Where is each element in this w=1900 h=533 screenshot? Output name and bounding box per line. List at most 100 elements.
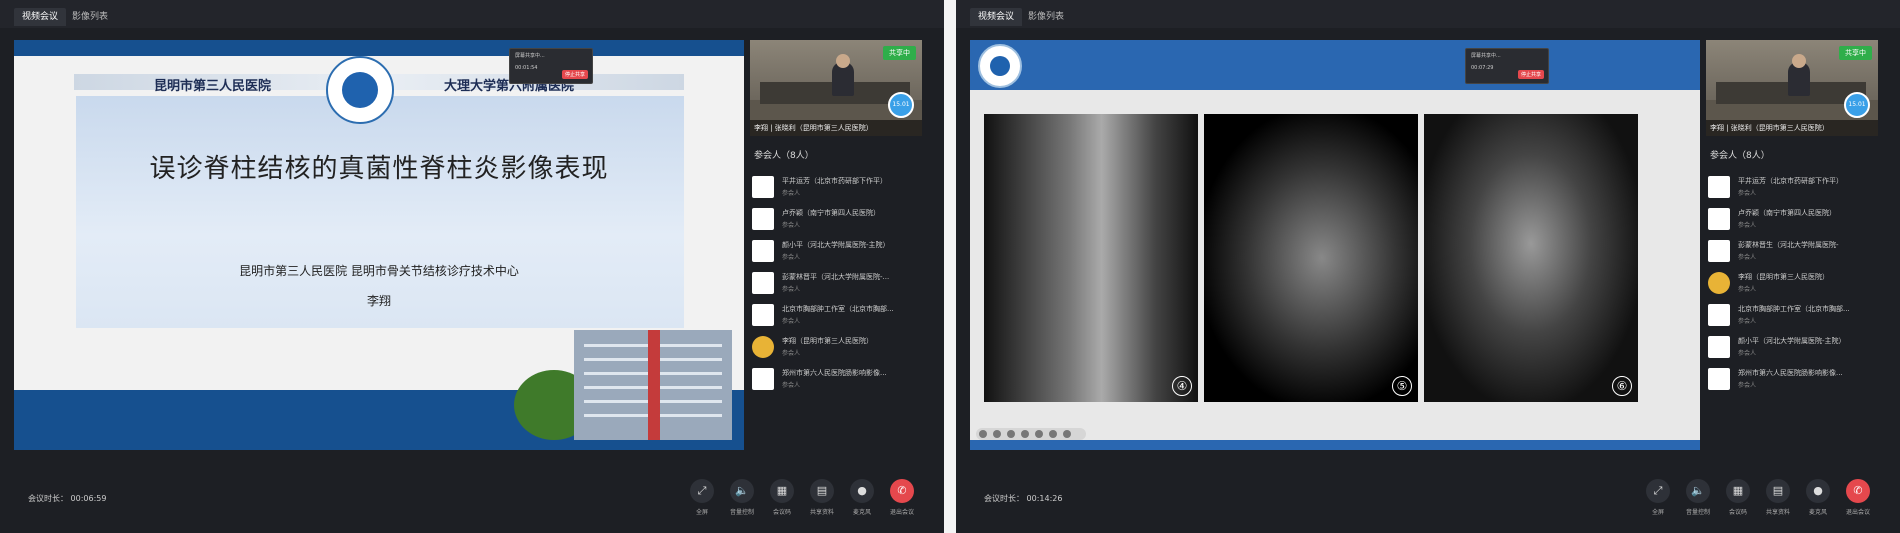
- participant-item[interactable]: 平井运芳（北京市药研部下作平） 参会人: [752, 170, 924, 202]
- avatar: [752, 304, 774, 326]
- mri-image[interactable]: ⑥: [1424, 114, 1638, 402]
- hangup-icon: ✆: [890, 479, 914, 503]
- participant-item[interactable]: 颜小平（河北大学附属医院-主院） 参会人: [752, 234, 924, 266]
- screenshot-icon[interactable]: [1035, 430, 1043, 438]
- hospital-name-left: 昆明市第三人民医院: [154, 79, 272, 94]
- tab-image-list[interactable]: 影像列表: [1020, 8, 1072, 26]
- participant-item[interactable]: 平井运芳（北京市药研部下作平） 参会人: [1708, 170, 1880, 202]
- tab-video-meeting[interactable]: 视频会议: [970, 8, 1023, 26]
- eraser-icon[interactable]: [993, 430, 1001, 438]
- volume-label: 音量控制: [729, 509, 754, 516]
- color-icon[interactable]: [1049, 430, 1057, 438]
- participant-list[interactable]: 平井运芳（北京市药研部下作平） 参会人 卢乔颖（南宁市第四人民医院） 参会人 颜小平…: [752, 170, 924, 394]
- hospital-logo: [978, 44, 1022, 88]
- share-files-button[interactable]: ▤ 共享资料: [802, 479, 842, 525]
- speaker-video[interactable]: 共享中 15.01 李翔 | 张晓利（昆明市第三人民医院）: [1706, 40, 1878, 136]
- slide-top-band: [14, 40, 744, 56]
- microphone-button[interactable]: ● 麦克风: [1798, 479, 1838, 525]
- participant-name: 郑州市第六人民医院肠影响影像...: [782, 369, 887, 377]
- leave-meeting-label: 退出会议: [889, 509, 914, 516]
- participant-name: 卢乔颖（南宁市第四人民医院）: [782, 209, 880, 217]
- select-icon[interactable]: [1021, 430, 1029, 438]
- participant-item[interactable]: 郑州市第六人民医院肠影响影像... 参会人: [1708, 362, 1880, 394]
- stop-share-button[interactable]: 停止共享: [561, 70, 588, 79]
- xray-image[interactable]: ④: [984, 114, 1198, 402]
- fullscreen-button[interactable]: ⤢ 全屏: [1638, 479, 1678, 525]
- avatar: [1708, 272, 1730, 294]
- meeting-code-button[interactable]: ▦ 会议码: [1718, 479, 1758, 525]
- participant-item[interactable]: 李翔（昆明市第三人民医院） 参会人: [1708, 266, 1880, 298]
- tab-video-meeting[interactable]: 视频会议: [14, 8, 67, 26]
- participant-name: 北京市胸部肿工作室（北京市胸部...: [1738, 305, 1850, 313]
- meeting-code-button[interactable]: ▦ 会议码: [762, 479, 802, 525]
- participant-list[interactable]: 平井运芳（北京市药研部下作平） 参会人 卢乔颖（南宁市第四人民医院） 参会人 彭蒙林…: [1708, 170, 1880, 394]
- participant-item[interactable]: 卢乔颖（南宁市第四人民医院） 参会人: [1708, 202, 1880, 234]
- network-indicator: 15.01: [1844, 92, 1870, 118]
- participant-role: 参会人: [782, 286, 801, 293]
- leave-meeting-button[interactable]: ✆ 退出会议: [1838, 479, 1878, 525]
- control-bar: 会议时长： 00:06:59 ⤢ 全屏 🔈 音量控制 ▦ 会议码 ▤ 共享资料 ● 麦克风…: [0, 463, 944, 533]
- participant-item[interactable]: 彭蒙林晋生（河北大学附属医院- 参会人: [1708, 234, 1880, 266]
- share-status-popup: 屏幕共享中... 00:07:29 停止共享: [1465, 48, 1549, 84]
- speaker-video[interactable]: 共享中 15.01 李翔 | 张晓利（昆明市第三人民医院）: [750, 40, 922, 136]
- microphone-label: 麦克风: [852, 509, 871, 516]
- shared-screen: 昆明市第三人民医院 大理大学第六附属医院 误诊脊柱结核的真菌性脊柱炎影像表现 昆…: [14, 40, 744, 450]
- tab-image-list[interactable]: 影像列表: [64, 8, 116, 26]
- meeting-duration: 会议时长： 00:14:26: [984, 494, 1063, 503]
- participant-item[interactable]: 颜小平（河北大学附属医院-主院） 参会人: [1708, 330, 1880, 362]
- slide-bottom-band: [970, 440, 1700, 450]
- participant-role: 参会人: [782, 222, 801, 229]
- participant-name: 彭蒙林晋平（河北大学附属医院-...: [782, 273, 890, 281]
- qrcode-icon: ▦: [1726, 479, 1750, 503]
- stop-share-button[interactable]: 停止共享: [1517, 70, 1544, 79]
- pen-icon[interactable]: [979, 430, 987, 438]
- microphone-button[interactable]: ● 麦克风: [842, 479, 882, 525]
- slide-title: 误诊脊柱结核的真菌性脊柱炎影像表现: [149, 154, 609, 184]
- participant-item[interactable]: 李翔（昆明市第三人民医院） 参会人: [752, 330, 924, 362]
- volume-button[interactable]: 🔈 音量控制: [1678, 479, 1718, 525]
- participant-role: 参会人: [1738, 190, 1757, 197]
- collapse-icon[interactable]: [1063, 430, 1071, 438]
- sharing-badge: 共享中: [883, 46, 916, 60]
- meeting-code-label: 会议码: [1728, 509, 1747, 516]
- leave-meeting-button[interactable]: ✆ 退出会议: [882, 479, 922, 525]
- microphone-icon: ●: [850, 479, 874, 503]
- speaker-caption: 李翔 | 张晓利（昆明市第三人民医院）: [750, 120, 922, 136]
- volume-label: 音量控制: [1685, 509, 1710, 516]
- avatar: [752, 272, 774, 294]
- slide-top-band: [970, 40, 1700, 90]
- participant-item[interactable]: 彭蒙林晋平（河北大学附属医院-... 参会人: [752, 266, 924, 298]
- participant-role: 参会人: [1738, 382, 1757, 389]
- pencil-icon[interactable]: [1007, 430, 1015, 438]
- fullscreen-button[interactable]: ⤢ 全屏: [682, 479, 722, 525]
- hospital-building-image: [574, 330, 732, 440]
- share-files-button[interactable]: ▤ 共享资料: [1758, 479, 1798, 525]
- annotation-toolbar[interactable]: [976, 428, 1086, 440]
- participant-role: 参会人: [1738, 318, 1757, 325]
- meeting-code-label: 会议码: [772, 509, 791, 516]
- participant-item[interactable]: 北京市胸部肿工作室（北京市胸部... 参会人: [752, 298, 924, 330]
- share-status-popup: 屏幕共享中... 00:01:54 停止共享: [509, 48, 593, 84]
- volume-icon: 🔈: [1686, 479, 1710, 503]
- ct-image[interactable]: ⑤: [1204, 114, 1418, 402]
- fullscreen-icon: ⤢: [690, 479, 714, 503]
- participant-role: 参会人: [1738, 254, 1757, 261]
- hangup-icon: ✆: [1846, 479, 1870, 503]
- avatar: [752, 176, 774, 198]
- control-bar: 会议时长： 00:14:26 ⤢ 全屏 🔈 音量控制 ▦ 会议码 ▤ 共享资料 ● 麦克风…: [956, 463, 1900, 533]
- qrcode-icon: ▦: [770, 479, 794, 503]
- participant-role: 参会人: [782, 318, 801, 325]
- participant-name: 平井运芳（北京市药研部下作平）: [782, 177, 887, 185]
- participant-count: 参会人（8人）: [1710, 151, 1770, 161]
- volume-button[interactable]: 🔈 音量控制: [722, 479, 762, 525]
- avatar: [752, 208, 774, 230]
- tab-bar: 视频会议 影像列表: [956, 0, 1900, 28]
- participant-item[interactable]: 郑州市第六人民医院肠影响影像... 参会人: [752, 362, 924, 394]
- participant-item[interactable]: 卢乔颖（南宁市第四人民医院） 参会人: [752, 202, 924, 234]
- slide-subtitle: 昆明市第三人民医院 昆明市骨关节结核诊疗技术中心: [239, 264, 519, 278]
- image-number: ⑤: [1392, 376, 1412, 396]
- participant-item[interactable]: 北京市胸部肿工作室（北京市胸部... 参会人: [1708, 298, 1880, 330]
- participant-role: 参会人: [782, 350, 801, 357]
- participant-name: 彭蒙林晋生（河北大学附属医院-: [1738, 241, 1839, 249]
- image-number: ④: [1172, 376, 1192, 396]
